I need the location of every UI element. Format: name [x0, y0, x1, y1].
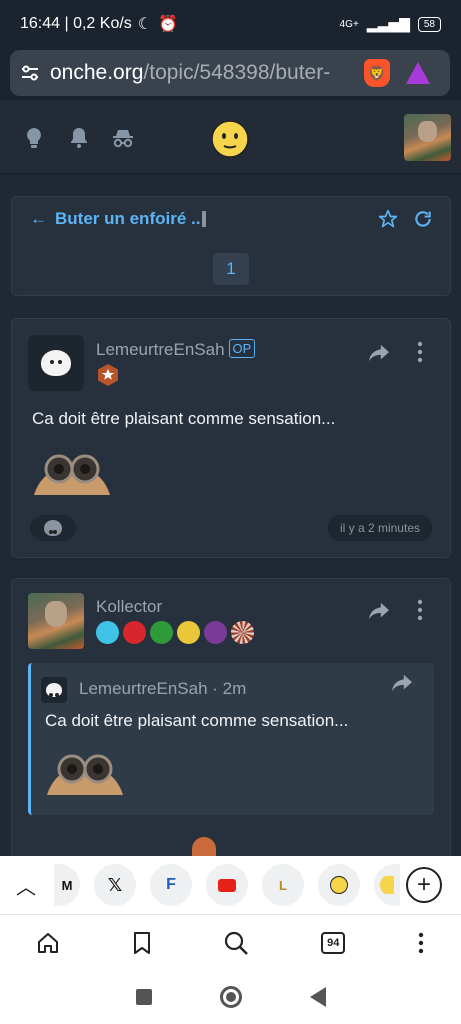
browser-nav-bar: 94: [0, 914, 461, 970]
topic-header-card: ← Buter un enfoiré .. 1: [11, 196, 451, 296]
elf-badge-icon: [150, 621, 173, 644]
tab-count-button[interactable]: 94: [321, 931, 346, 954]
browser-toolbar: onche.org/topic/548398/buter- 🦁: [0, 48, 461, 100]
lightbulb-icon[interactable]: [22, 126, 46, 150]
quote-author-avatar: [41, 677, 67, 703]
reaction-button[interactable]: [30, 515, 76, 541]
site-settings-icon[interactable]: [20, 63, 40, 83]
quote-share-icon[interactable]: [391, 673, 413, 693]
quote-author-name: LemeurtreEnSah: [79, 679, 208, 698]
back-arrow-icon[interactable]: ←: [30, 209, 47, 229]
post-card: Kollector LemeurtreEnSah · 2m Ca doit êt…: [11, 578, 451, 868]
home-button[interactable]: [219, 986, 242, 1008]
more-options-icon[interactable]: [416, 599, 424, 621]
bookmark-icon[interactable]: [132, 931, 152, 955]
recent-apps-button[interactable]: [135, 989, 152, 1005]
incognito-icon[interactable]: [111, 126, 135, 150]
post-timestamp: il y a 2 minutes: [327, 515, 432, 541]
shortcut-onche-icon[interactable]: [318, 864, 360, 906]
site-logo-icon[interactable]: [211, 120, 249, 158]
search-icon[interactable]: [223, 930, 249, 956]
quoted-post: LemeurtreEnSah · 2m Ca doit être plaisan…: [28, 663, 434, 815]
share-icon[interactable]: [368, 601, 390, 621]
signal-icon: ▂▃▅▇: [366, 15, 410, 32]
alarm-off-icon: ⏰: [158, 16, 179, 33]
shortcut-youtube-icon[interactable]: [206, 864, 248, 906]
shortcut-x-icon[interactable]: 𝕏: [94, 864, 136, 906]
url-text[interactable]: onche.org/topic/548398/buter-: [50, 61, 350, 85]
network-label: 4G+: [339, 18, 359, 30]
system-nav-bar: [0, 970, 461, 1024]
user-badges: [96, 621, 258, 644]
site-header: [0, 100, 461, 174]
chevron-up-icon[interactable]: ︿: [8, 871, 44, 900]
quote-time: 2m: [222, 679, 247, 698]
brave-rewards-icon[interactable]: [406, 62, 430, 84]
user-avatar[interactable]: [404, 114, 451, 161]
post-author-name[interactable]: LemeurtreEnSah: [96, 340, 225, 359]
clown-badge-icon: [123, 621, 146, 644]
topic-title[interactable]: Buter un enfoiré ..: [55, 209, 200, 229]
brave-shields-icon[interactable]: 🦁: [364, 59, 390, 87]
quote-separator: ·: [212, 679, 218, 698]
shortcut-metro-icon[interactable]: M: [54, 864, 80, 906]
star-icon[interactable]: [378, 209, 398, 229]
post-card: LemeurtreEnSah OP Ca doit être plaisant c…: [11, 318, 451, 558]
post-author-avatar[interactable]: [28, 335, 84, 391]
menu-kebab-icon[interactable]: [417, 932, 425, 954]
shortcuts-bar: ︿ M 𝕏 F L +: [0, 856, 461, 914]
shortcut-onche-icon-2[interactable]: [374, 864, 400, 906]
address-bar[interactable]: onche.org/topic/548398/buter- 🦁: [10, 50, 450, 96]
star-badge-icon: [96, 621, 119, 644]
moon-icon: ☾: [137, 16, 153, 33]
rank-badge-icon: [98, 364, 118, 386]
topic-title-link[interactable]: ← Buter un enfoiré ..: [30, 209, 207, 229]
hamster-glasses-sticker: [47, 754, 123, 795]
spiral-badge-icon: [231, 621, 254, 644]
shortcut-lol-icon[interactable]: L: [262, 864, 304, 906]
add-shortcut-button[interactable]: +: [406, 867, 442, 903]
home-icon[interactable]: [36, 931, 60, 955]
share-icon[interactable]: [368, 343, 390, 363]
shortcut-figaro-icon[interactable]: F: [150, 864, 192, 906]
title-cursor: [202, 211, 207, 227]
post-author-name[interactable]: Kollector: [96, 597, 162, 617]
post-author-avatar[interactable]: [28, 593, 84, 649]
monster-badge-icon: [204, 621, 227, 644]
smiley-badge-icon: [177, 621, 200, 644]
more-options-icon[interactable]: [416, 341, 424, 363]
status-bar: 16:44 | 0,2 Ko/s ☾ ⏰ 4G+ ▂▃▅▇ 58: [0, 0, 461, 48]
back-button[interactable]: [309, 987, 326, 1007]
refresh-icon[interactable]: [413, 209, 433, 229]
bell-icon[interactable]: [67, 126, 91, 150]
hamster-glasses-sticker: [34, 454, 110, 495]
status-time: 16:44 | 0,2 Ko/s: [20, 15, 132, 32]
op-badge: OP: [228, 339, 256, 358]
quote-message: Ca doit être plaisant comme sensation...: [45, 711, 349, 730]
post-message: Ca doit être plaisant comme sensation...: [32, 409, 336, 428]
page-1-button[interactable]: 1: [213, 253, 249, 285]
battery-icon: 58: [417, 16, 441, 32]
